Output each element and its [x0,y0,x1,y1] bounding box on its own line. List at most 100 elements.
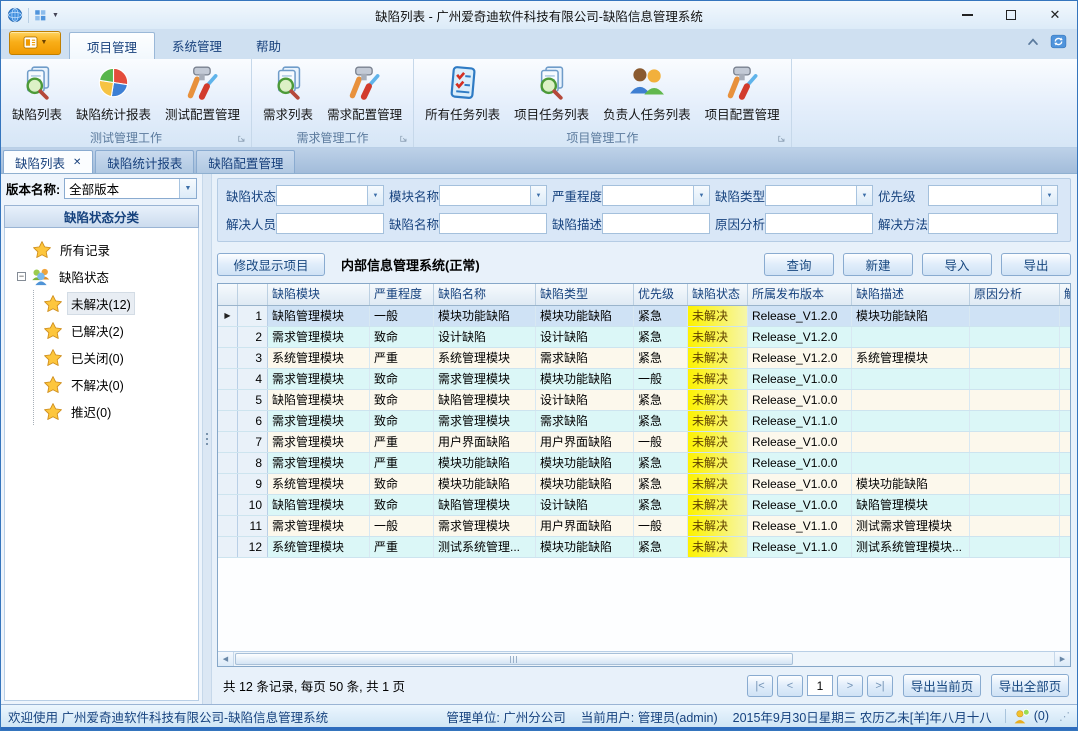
column-header[interactable]: 缺陷状态 [688,284,748,305]
tree-item[interactable]: 不解决(0) [43,371,198,398]
version-select[interactable]: 全部版本 ▼ [64,178,197,199]
horizontal-scrollbar[interactable]: ◀ ▶ [218,651,1070,666]
export-current-page-button[interactable]: 导出当前页 [903,674,981,697]
ribbon-button[interactable]: 需求列表 [256,62,320,128]
column-header[interactable]: 所属发布版本 [748,284,852,305]
splitter[interactable] [203,174,212,704]
table-row[interactable]: 12系统管理模块严重测试系统管理...模块功能缺陷紧急未解决Release_V1… [218,537,1070,558]
filter-input[interactable] [276,213,384,234]
table-row[interactable]: 10缺陷管理模块致命缺陷管理模块设计缺陷紧急未解决Release_V1.0.0缺… [218,495,1070,516]
row-number: 1 [238,306,268,326]
scrollbar-track[interactable] [234,652,1054,666]
ribbon-tab[interactable]: 系统管理 [155,32,239,59]
expand-toggle[interactable]: − [17,272,26,281]
table-cell [970,390,1060,410]
column-header[interactable]: 缺陷模块 [268,284,370,305]
column-header[interactable]: 优先级 [634,284,688,305]
filter-dropdown[interactable]: ▼ [439,185,547,206]
filter-dropdown[interactable]: ▼ [276,185,384,206]
column-header[interactable]: 缺陷类型 [536,284,634,305]
ribbon-tab[interactable]: 帮助 [239,32,298,59]
ribbon-button-label: 需求配置管理 [327,104,402,123]
modify-display-items-button[interactable]: 修改显示项目 [217,253,325,276]
scroll-left-icon[interactable]: ◀ [218,652,234,666]
first-page-button[interactable]: |< [747,675,773,697]
filter-input[interactable] [439,213,547,234]
export-button[interactable]: 导出 [1001,253,1071,276]
table-row[interactable]: 3系统管理模块严重系统管理模块需求缺陷紧急未解决Release_V1.2.0系统… [218,348,1070,369]
tree-item[interactable]: −缺陷状态 [17,263,198,290]
application-menu-button[interactable]: ▼ [9,31,61,55]
online-users-icon[interactable] [1013,708,1030,725]
table-row[interactable]: 11需求管理模块一般需求管理模块用户界面缺陷一般未解决Release_V1.1.… [218,516,1070,537]
tree-item[interactable]: 已关闭(0) [43,344,198,371]
tree-item[interactable]: 已解决(2) [43,317,198,344]
column-header[interactable]: 解决方法 [1060,284,1070,305]
query-button[interactable]: 查询 [764,253,834,276]
tree-item[interactable]: 推迟(0) [43,398,198,425]
tree-item[interactable]: 未解决(12) [43,290,198,317]
close-icon[interactable]: ✕ [73,157,81,168]
filter-dropdown[interactable]: ▼ [765,185,873,206]
launcher-icon[interactable] [237,134,246,143]
next-page-button[interactable]: > [837,675,863,697]
page-number-input[interactable] [807,675,833,696]
table-row[interactable]: 5缺陷管理模块致命缺陷管理模块设计缺陷紧急未解决Release_V1.0.0 [218,390,1070,411]
star-icon [43,402,63,422]
ribbon-button[interactable]: 所有任务列表 [418,62,507,128]
ribbon-button[interactable]: 缺陷列表 [5,62,69,128]
minimize-button[interactable] [945,2,989,29]
filter-label: 缺陷状态 [226,186,276,205]
filter-dropdown[interactable]: ▼ [602,185,710,206]
export-all-pages-button[interactable]: 导出全部页 [991,674,1069,697]
launcher-icon[interactable] [777,134,786,143]
table-row[interactable]: 6需求管理模块致命需求管理模块需求缺陷紧急未解决Release_V1.1.0 [218,411,1070,432]
document-tab[interactable]: 缺陷列表✕ [3,150,93,173]
quick-access-icon[interactable] [34,9,47,22]
document-tab[interactable]: 缺陷统计报表 [95,150,194,173]
column-header[interactable]: 严重程度 [370,284,434,305]
tree-item[interactable]: 所有记录 [17,236,198,263]
new-button[interactable]: 新建 [843,253,913,276]
document-tab[interactable]: 缺陷配置管理 [196,150,295,173]
resize-grip-icon[interactable]: ⋰ [1059,710,1070,723]
table-cell: 致命 [370,327,434,347]
launcher-icon[interactable] [399,134,408,143]
scrollbar-thumb[interactable] [235,653,793,665]
ribbon-button[interactable]: 负责人任务列表 [596,62,698,128]
ribbon-button[interactable]: 需求配置管理 [320,62,409,128]
collapse-ribbon-icon[interactable] [1026,36,1040,46]
filter-row: 缺陷状态▼模块名称▼严重程度▼缺陷类型▼优先级▼ [226,184,1066,207]
ribbon-button[interactable]: 测试配置管理 [158,62,247,128]
ribbon-button[interactable]: 项目任务列表 [507,62,596,128]
table-row[interactable]: 9系统管理模块致命模块功能缺陷模块功能缺陷紧急未解决Release_V1.0.0… [218,474,1070,495]
tools-icon [347,65,382,100]
title-bar: ▼ 缺陷列表 - 广州爱奇迪软件科技有限公司-缺陷信息管理系统 ✕ [1,1,1077,29]
scroll-right-icon[interactable]: ▶ [1054,652,1070,666]
table-row[interactable]: 4需求管理模块致命需求管理模块模块功能缺陷一般未解决Release_V1.0.0 [218,369,1070,390]
table-row[interactable]: 7需求管理模块严重用户界面缺陷用户界面缺陷一般未解决Release_V1.0.0 [218,432,1070,453]
filter-input[interactable] [765,213,873,234]
filter-input[interactable] [928,213,1058,234]
ribbon-tab[interactable]: 项目管理 [69,32,155,59]
close-button[interactable]: ✕ [1033,2,1077,29]
prev-page-button[interactable]: < [777,675,803,697]
column-header[interactable]: 原因分析 [970,284,1060,305]
filter-input[interactable] [602,213,710,234]
style-switcher-icon[interactable] [1050,33,1067,50]
ribbon-button[interactable]: 缺陷统计报表 [69,62,158,128]
column-header[interactable]: 缺陷描述 [852,284,970,305]
table-row[interactable]: 8需求管理模块严重模块功能缺陷模块功能缺陷紧急未解决Release_V1.0.0 [218,453,1070,474]
ribbon-group: 需求列表需求配置管理需求管理工作 [252,59,414,147]
table-row[interactable]: 2需求管理模块致命设计缺陷设计缺陷紧急未解决Release_V1.2.0 [218,327,1070,348]
filter-dropdown[interactable]: ▼ [928,185,1058,206]
tree-item-label: 已解决(2) [68,320,127,341]
filter-label: 缺陷类型 [715,186,765,205]
last-page-button[interactable]: >| [867,675,893,697]
import-button[interactable]: 导入 [922,253,992,276]
chevron-down-icon[interactable]: ▼ [52,12,59,19]
column-header[interactable]: 缺陷名称 [434,284,536,305]
maximize-button[interactable] [989,2,1033,29]
table-row[interactable]: ▶1缺陷管理模块一般模块功能缺陷模块功能缺陷紧急未解决Release_V1.2.… [218,306,1070,327]
ribbon-button[interactable]: 项目配置管理 [698,62,787,128]
